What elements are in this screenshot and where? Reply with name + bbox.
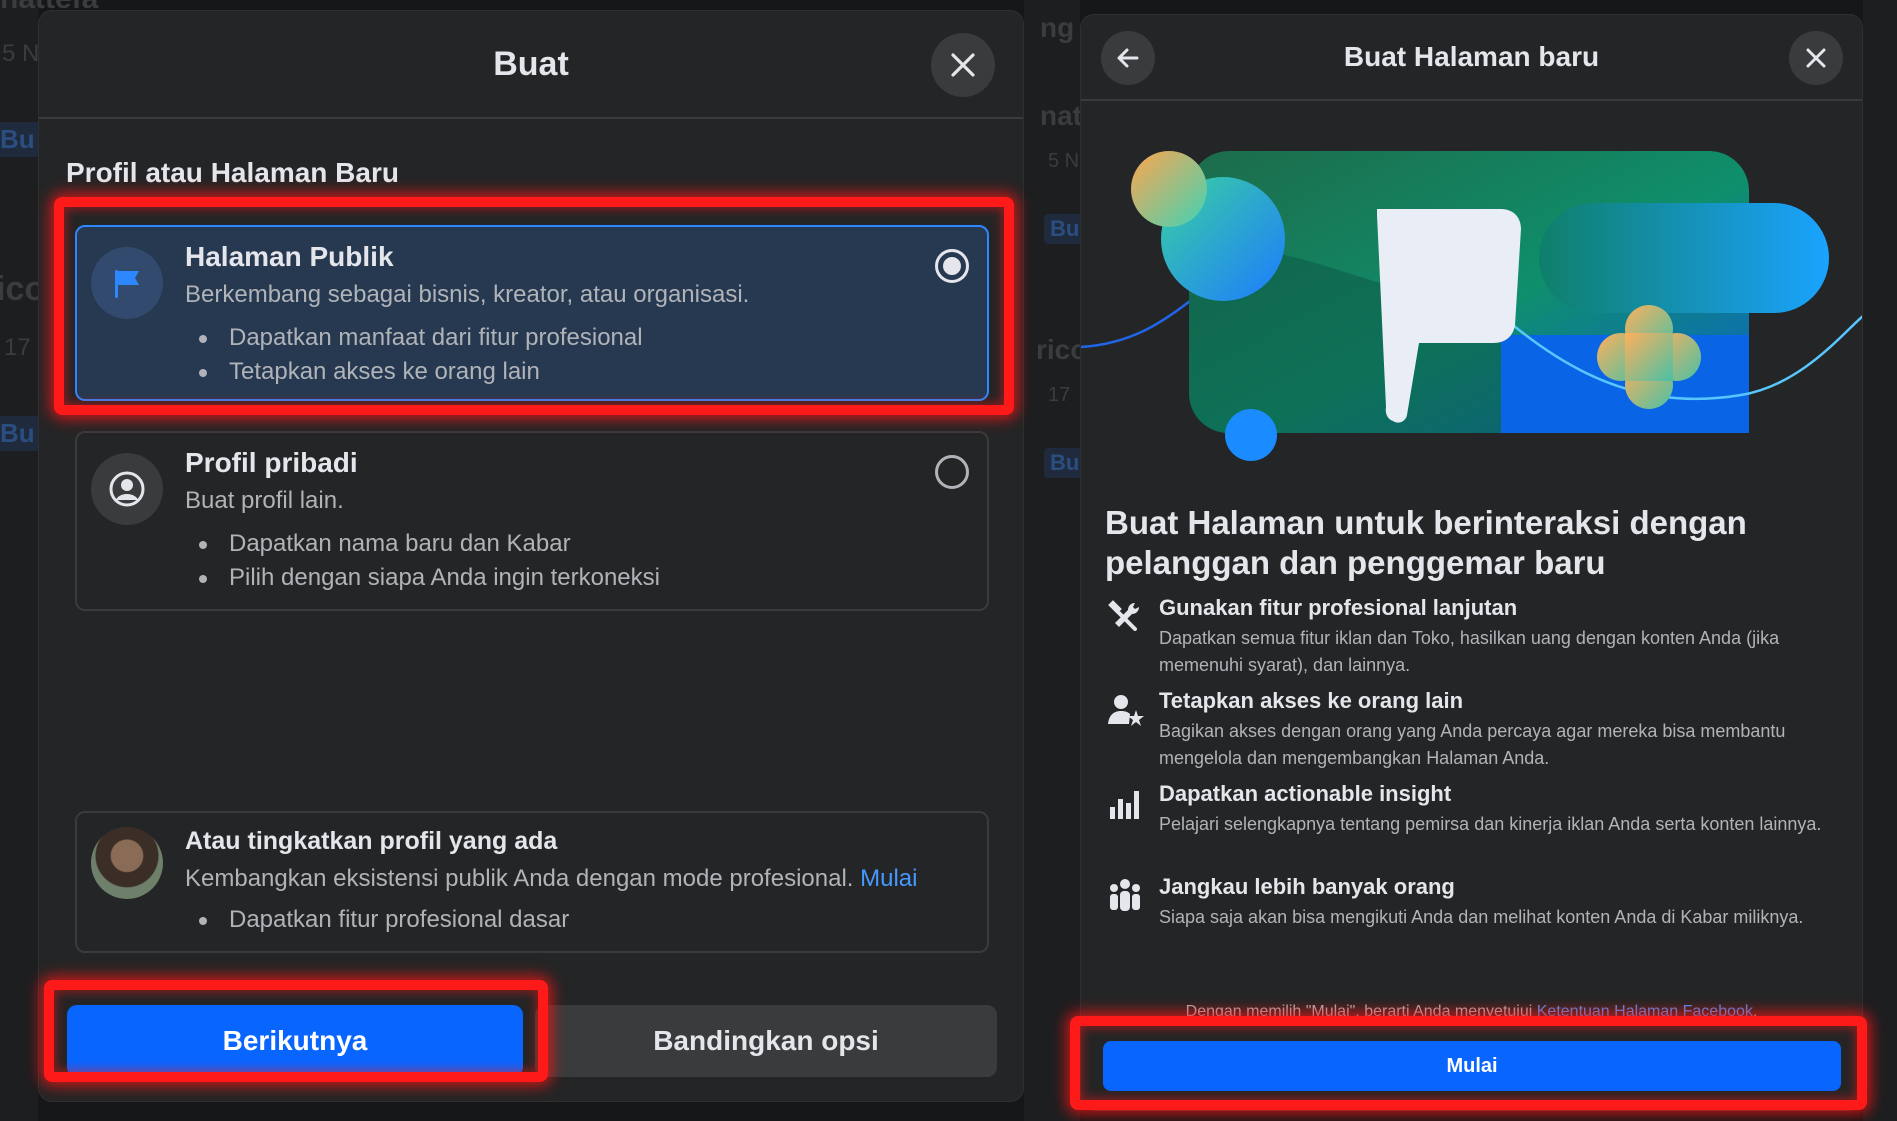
- create-page-dialog: Buat Halaman baru Buat Halaman untuk ber…: [1080, 14, 1863, 1111]
- hero-illustration: [1081, 151, 1862, 461]
- close-icon: [951, 53, 975, 77]
- start-button[interactable]: Mulai: [1103, 1041, 1841, 1091]
- background-chip: Bu: [0, 122, 41, 157]
- background-chip: Bu: [0, 416, 41, 451]
- background-page-right: [1863, 0, 1897, 1121]
- background-text: ng: [1040, 12, 1075, 43]
- feature-title: Dapatkan actionable insight: [1159, 781, 1452, 806]
- option-subtitle: Berkembang sebagai bisnis, kreator, atau…: [185, 281, 750, 308]
- option-subtitle: Buat profil lain.: [185, 487, 344, 514]
- option-personal-profile[interactable]: Profil pribadi Buat profil lain. Dapatka…: [75, 431, 989, 611]
- terms-text: Dengan memilih "Mulai", berarti Anda men…: [1081, 1003, 1862, 1021]
- tools-icon: [1108, 600, 1139, 631]
- person-circle-icon: [109, 471, 145, 507]
- upgrade-bullets: Dapatkan fitur profesional dasar: [185, 903, 569, 937]
- feature-description: Bagikan akses dengan orang yang Anda per…: [1159, 721, 1786, 768]
- option-public-page[interactable]: Halaman Publik Berkembang sebagai bisnis…: [75, 225, 989, 401]
- compare-options-button[interactable]: Bandingkan opsi: [535, 1005, 997, 1077]
- avatar: [91, 827, 163, 899]
- bar-chart-icon: [1110, 791, 1139, 819]
- background-text: 5 N: [2, 40, 40, 67]
- feature-description: Pelajari selengkapnya tentang pemirsa da…: [1159, 814, 1822, 834]
- create-dialog: Buat Profil atau Halaman Baru Halaman Pu…: [38, 10, 1024, 1102]
- terms-suffix: .: [1752, 1003, 1758, 1020]
- option-title: Profil pribadi: [185, 447, 358, 478]
- bullet-item: Dapatkan nama baru dan Kabar: [185, 527, 660, 561]
- upgrade-text: Kembangkan eksistensi publik Anda dengan…: [185, 865, 917, 893]
- bullet-item: Dapatkan manfaat dari fitur profesional: [185, 321, 643, 355]
- option-icon: [91, 247, 163, 319]
- upgrade-start-link[interactable]: Mulai: [860, 865, 917, 892]
- header-divider: [1081, 99, 1862, 101]
- feature-description: Dapatkan semua fitur iklan dan Toko, has…: [1159, 628, 1780, 675]
- section-label: Profil atau Halaman Baru: [66, 157, 399, 188]
- upgrade-description: Kembangkan eksistensi publik Anda dengan…: [185, 865, 854, 892]
- radio-selected[interactable]: [935, 249, 969, 283]
- background-text: 17: [1048, 384, 1071, 406]
- next-button[interactable]: Berikutnya: [67, 1005, 523, 1077]
- bullet-item: Tetapkan akses ke orang lain: [185, 355, 643, 389]
- feature-title: Tetapkan akses ke orang lain: [1159, 688, 1464, 713]
- flag-icon: [115, 270, 139, 298]
- bullet-item: Pilih dengan siapa Anda ingin terkoneksi: [185, 561, 660, 595]
- radio-unselected[interactable]: [935, 455, 969, 489]
- person-star-icon: [1108, 695, 1144, 726]
- feature-description: Siapa saja akan bisa mengikuti Anda dan …: [1159, 907, 1804, 927]
- terms-link[interactable]: Ketentuan Halaman Facebook: [1537, 1003, 1753, 1020]
- option-bullets: Dapatkan nama baru dan Kabar Pilih denga…: [185, 527, 660, 595]
- option-bullets: Dapatkan manfaat dari fitur profesional …: [185, 321, 643, 389]
- upgrade-profile-card: Atau tingkatkan profil yang ada Kembangk…: [75, 811, 989, 953]
- group-icon: [1110, 879, 1140, 911]
- feature-title: Jangkau lebih banyak orang: [1159, 874, 1455, 899]
- dialog-title: Buat Halaman baru: [1343, 41, 1600, 72]
- dialog-title: Buat: [493, 45, 569, 83]
- option-title: Halaman Publik: [185, 241, 394, 272]
- close-button[interactable]: [931, 33, 995, 97]
- background-text: nat: [1040, 100, 1082, 131]
- close-button[interactable]: [1789, 31, 1843, 85]
- page-heading: Buat Halaman untuk berinteraksi dengan p…: [1105, 504, 1747, 581]
- terms-prefix: Dengan memilih "Mulai", berarti Anda men…: [1185, 1003, 1533, 1020]
- close-icon: [1806, 48, 1826, 68]
- background-text: 17: [4, 334, 31, 361]
- background-page-left: [0, 0, 38, 1121]
- feature-title: Gunakan fitur profesional lanjutan: [1159, 595, 1518, 620]
- upgrade-title: Atau tingkatkan profil yang ada: [185, 827, 558, 855]
- bullet-item: Dapatkan fitur profesional dasar: [185, 903, 569, 937]
- option-icon: [91, 453, 163, 525]
- dialog-header: Buat: [39, 11, 1023, 119]
- background-text: 5 N: [1048, 150, 1080, 172]
